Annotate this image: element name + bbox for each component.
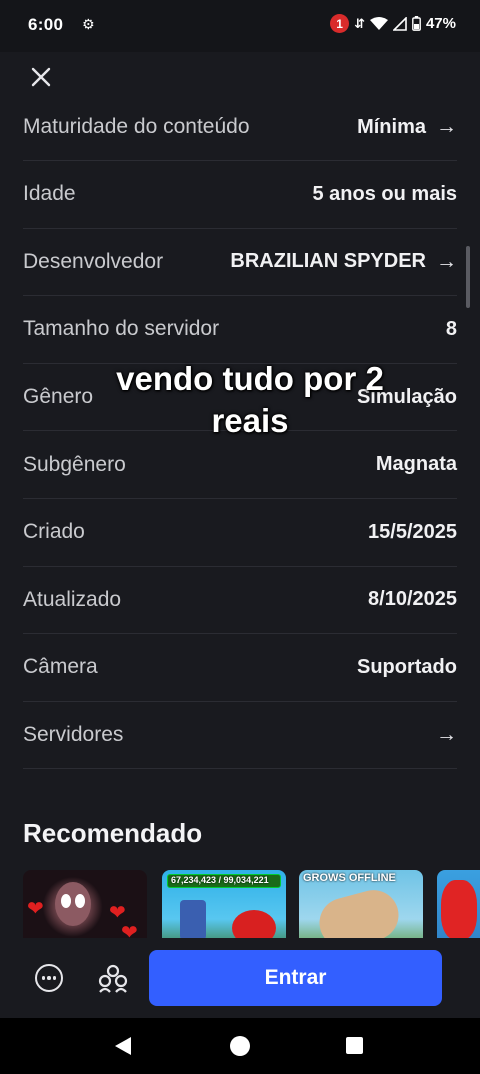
detail-value: BRAZILIAN SPYDER → [230,250,457,274]
detail-label: Criado [23,520,85,544]
status-indicators: 1 ⇵ 47% [330,14,456,33]
detail-label: Subgênero [23,452,126,476]
detail-value-text: BRAZILIAN SPYDER [230,250,426,273]
thumbnail-title-text: GROWS OFFLINE [303,872,396,884]
status-bar: 6:00 ⚙ 1 ⇵ 47% [0,0,480,52]
detail-label: Maturidade do conteúdo [23,115,250,138]
status-time: 6:00 [28,15,64,34]
thumbnail-counter-text: 67,234,423 / 99,034,221 [171,875,269,885]
detail-value: 15/5/2025 [368,520,457,543]
battery-percent: 47% [425,15,456,32]
detail-row-subgenre: Subgênero Magnata [23,431,457,499]
dot [47,976,51,980]
recommended-title: Recomendado [23,818,203,848]
detail-row-created: Criado 15/5/2025 [23,499,457,567]
detail-value-text: Mínima [357,115,426,138]
arrow-right-icon: → [436,723,457,747]
system-navigation-bar [0,1018,480,1074]
detail-label: Servidores [23,723,124,747]
detail-value: Magnata [375,453,457,476]
detail-row-age: Idade 5 anos ou mais [23,161,457,229]
detail-row-server-size: Tamanho do servidor 8 [23,296,457,364]
close-icon[interactable] [26,62,56,92]
battery-icon [412,16,421,31]
detail-row-updated: Atualizado 8/10/2025 [23,567,457,635]
detail-row-developer[interactable]: Desenvolvedor BRAZILIAN SPYDER → [23,229,457,297]
detail-value: → [436,723,457,747]
detail-label: Idade [23,182,76,206]
play-button[interactable]: Entrar [149,950,442,1006]
dot [52,976,57,980]
details-list: Maturidade do conteúdo Mínima → Idade 5 a… [0,94,480,770]
notification-badge: 1 [330,14,350,33]
cell-signal-icon [392,16,407,31]
dot [41,976,46,980]
detail-value: 5 anos ou mais [312,182,458,205]
detail-label: Câmera [23,655,98,679]
game-details-screen: Maturidade do conteúdo Mínima → Idade 5 a… [0,52,480,1018]
detail-row-genre: Gênero Simulação [23,364,457,432]
bottom-action-bar: Entrar [0,938,480,1018]
home-icon[interactable] [230,1036,250,1056]
wifi-icon [369,16,388,30]
heart-icon: ❤ [27,898,44,920]
detail-value: 8/10/2025 [368,588,457,611]
detail-value: Simulação [356,385,457,408]
detail-row-camera: Câmera Suportado [23,634,457,702]
arrow-right-icon: → [436,115,457,138]
game-thumbnail-character [55,882,91,926]
detail-row-servers[interactable]: Servidores → [23,702,457,770]
arrow-right-icon: → [436,249,457,273]
app-notification-icon: ⚙ [82,16,95,32]
game-thumbnail-character [180,900,206,940]
scrollbar-thumb[interactable] [466,246,470,308]
detail-value: 8 [445,317,457,340]
detail-value: Suportado [357,655,457,678]
back-icon[interactable] [115,1037,131,1055]
friends-icon[interactable] [96,962,130,994]
detail-row-maturity[interactable]: Maturidade do conteúdo Mínima → [23,94,457,161]
recents-icon[interactable] [346,1037,363,1054]
more-options-icon[interactable] [35,964,63,992]
data-transfer-icon: ⇵ [354,15,365,31]
detail-label: Tamanho do servidor [23,317,220,341]
detail-value: Mínima → [357,115,457,139]
detail-label: Desenvolvedor [23,249,164,273]
detail-label: Gênero [23,385,94,409]
game-thumbnail-object [441,880,477,940]
detail-label: Atualizado [23,587,122,611]
